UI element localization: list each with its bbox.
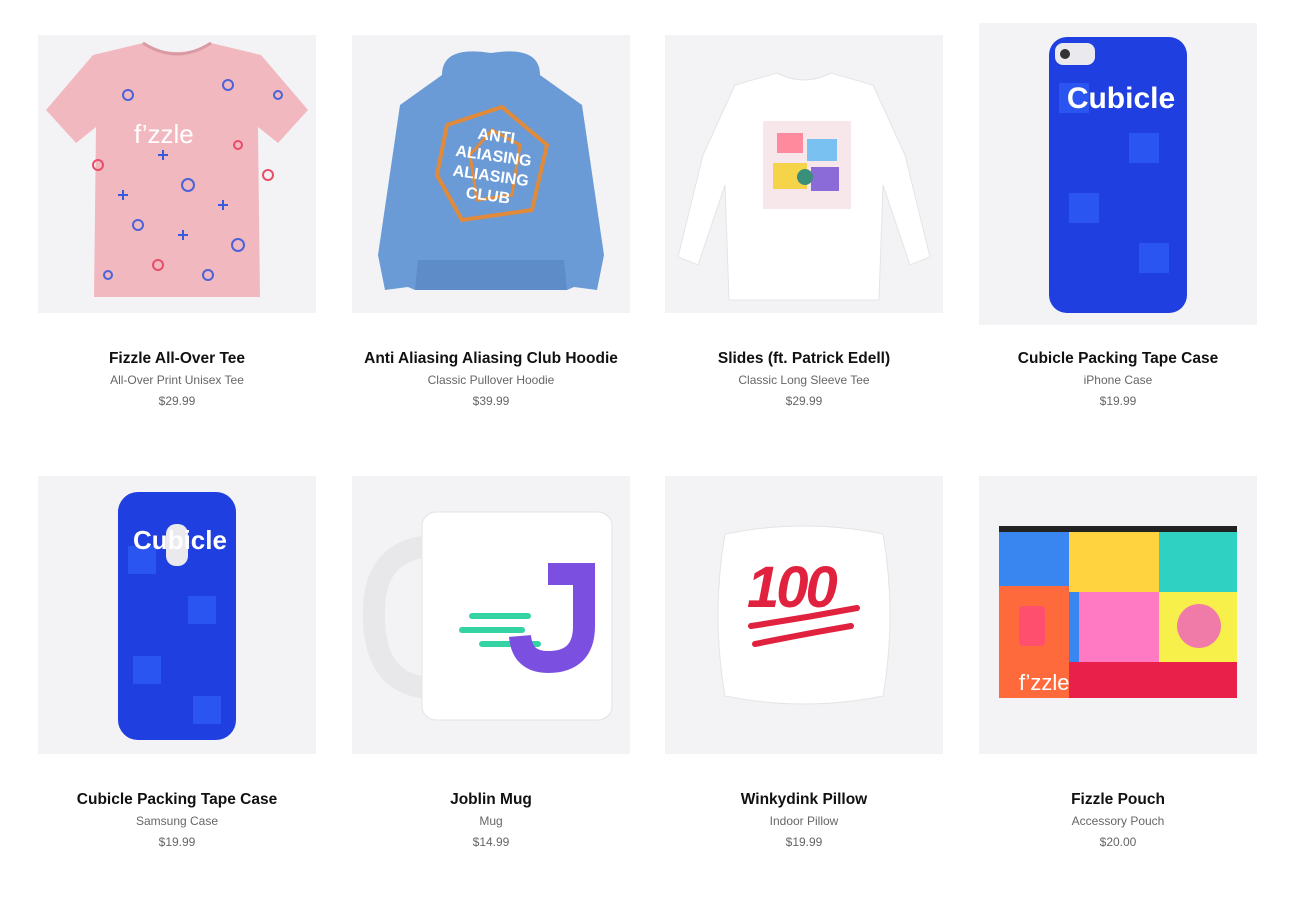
tee-print-text: f’zzle <box>134 119 194 149</box>
product-card[interactable]: Cubicle Cubicle Packing Tape Case iPhone… <box>979 23 1257 408</box>
product-title[interactable]: Cubicle Packing Tape Case <box>979 350 1257 368</box>
product-title[interactable]: Winkydink Pillow <box>665 791 943 809</box>
product-title[interactable]: Cubicle Packing Tape Case <box>38 791 316 809</box>
pouch-print-text: f’zzle <box>1019 670 1070 695</box>
product-price: $14.99 <box>472 835 510 849</box>
product-price: $20.00 <box>1099 835 1137 849</box>
product-grid: f’zzle Fizzle All-Over Tee All-Over Prin… <box>0 0 1304 901</box>
white-long-sleeve-tee-icon <box>677 72 931 301</box>
product-subtitle: All-Over Print Unisex Tee <box>110 373 244 387</box>
product-price: $29.99 <box>158 394 196 408</box>
product-price: $19.99 <box>1099 394 1137 408</box>
product-subtitle: iPhone Case <box>1083 373 1153 387</box>
product-title[interactable]: Slides (ft. Patrick Edell) <box>665 350 943 368</box>
product-image[interactable]: 100 <box>665 476 943 754</box>
product-image[interactable]: ANTI ALIASING ALIASING CLUB <box>352 35 630 313</box>
product-title[interactable]: Anti Aliasing Aliasing Club Hoodie <box>352 350 630 368</box>
product-image[interactable]: f’zzle <box>979 476 1257 754</box>
product-image[interactable]: f’zzle <box>38 35 316 313</box>
product-card[interactable]: Joblin Mug Mug $14.99 <box>352 476 630 849</box>
product-card[interactable]: Slides (ft. Patrick Edell) Classic Long … <box>665 35 943 408</box>
product-card[interactable]: Cubicle Cubicle Packing Tape Case Samsun… <box>38 476 316 849</box>
product-title[interactable]: Fizzle Pouch <box>979 791 1257 809</box>
case-print-text: Cubicle <box>1066 82 1176 115</box>
product-card[interactable]: f’zzle Fizzle All-Over Tee All-Over Prin… <box>38 35 316 408</box>
product-price: $39.99 <box>472 394 510 408</box>
case-print-text: Cubicle <box>133 525 227 555</box>
product-subtitle: Mug <box>479 814 503 828</box>
product-image[interactable]: Cubicle <box>979 23 1257 325</box>
white-mug-purple-j-icon <box>362 511 613 721</box>
product-card[interactable]: f’zzle Fizzle Pouch Accessory Pouch $20.… <box>979 476 1257 849</box>
product-subtitle: Samsung Case <box>135 814 219 828</box>
product-subtitle: Classic Long Sleeve Tee <box>738 373 870 387</box>
product-title[interactable]: Fizzle All-Over Tee <box>38 350 316 368</box>
colorful-zipper-pouch-icon <box>999 526 1237 698</box>
product-image[interactable] <box>352 476 630 754</box>
pink-patterned-tshirt-icon <box>46 41 308 297</box>
product-price: $19.99 <box>785 835 823 849</box>
product-image[interactable] <box>665 35 943 313</box>
product-price: $19.99 <box>158 835 196 849</box>
product-image[interactable]: Cubicle <box>38 476 316 754</box>
product-subtitle: Accessory Pouch <box>1071 814 1165 828</box>
product-subtitle: Indoor Pillow <box>769 814 839 828</box>
hoodie-print-text: ANTI ALIASING ALIASING CLUB <box>451 125 533 208</box>
pillow-print-text: 100 <box>747 555 838 620</box>
product-card[interactable]: 100 Winkydink Pillow Indoor Pillow $19.9… <box>665 476 943 849</box>
product-subtitle: Classic Pullover Hoodie <box>427 373 555 387</box>
product-price: $29.99 <box>785 394 823 408</box>
product-title[interactable]: Joblin Mug <box>352 791 630 809</box>
product-card[interactable]: ANTI ALIASING ALIASING CLUB Anti Aliasin… <box>352 35 630 408</box>
